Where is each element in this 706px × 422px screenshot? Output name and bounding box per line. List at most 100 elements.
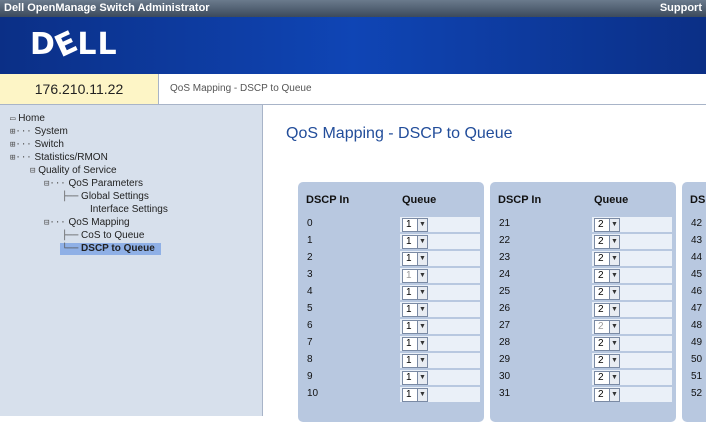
mapping-row: 7 1 ▼: [298, 336, 484, 351]
mapping-row: 49: [682, 336, 706, 351]
tree-item-qos-parameters[interactable]: ⊟··· QoS Parameters: [44, 178, 143, 190]
tree-item-global-settings[interactable]: ├── Global Settings: [62, 191, 149, 203]
queue-select[interactable]: 2 ▼: [594, 269, 620, 283]
queue-select[interactable]: 2 ▼: [594, 252, 620, 266]
branch-icon: ├──: [62, 192, 79, 202]
queue-select[interactable]: 2 ▼: [594, 218, 620, 232]
queue-value: 2: [598, 219, 604, 230]
mapping-row: 48: [682, 319, 706, 334]
queue-header: Queue: [594, 194, 629, 206]
dropdown-arrow-icon[interactable]: ▼: [609, 236, 619, 248]
dscp-value: 3: [307, 269, 313, 280]
queue-value: 2: [598, 287, 604, 298]
mapping-row: 6 1 ▼: [298, 319, 484, 334]
dscp-value: 6: [307, 320, 313, 331]
queue-select[interactable]: 1 ▼: [402, 354, 428, 368]
queue-value: 1: [406, 236, 412, 247]
dscp-value: 27: [499, 320, 511, 331]
queue-select[interactable]: 1 ▼: [402, 286, 428, 300]
tree-item-cos-to-queue[interactable]: ├── CoS to Queue: [62, 230, 144, 242]
mapping-row: 24 2 ▼: [490, 268, 676, 283]
dropdown-arrow-icon[interactable]: ▼: [417, 355, 427, 367]
queue-select[interactable]: 1 ▼: [402, 303, 428, 317]
queue-select[interactable]: 2 ▼: [594, 371, 620, 385]
queue-select[interactable]: 1 ▼: [402, 320, 428, 334]
tree-item-statistics-rmon[interactable]: ⊞··· Statistics/RMON: [10, 152, 108, 164]
tree-item-home[interactable]: ▭ Home: [10, 113, 45, 125]
dropdown-arrow-icon[interactable]: ▼: [417, 253, 427, 265]
tree-item-system[interactable]: ⊞··· System: [10, 126, 68, 138]
mapping-row: 51: [682, 370, 706, 385]
dscp-value: 1: [307, 235, 313, 246]
dropdown-arrow-icon[interactable]: ▼: [609, 372, 619, 384]
dscp-in-header: DSCP In: [498, 194, 542, 206]
dropdown-arrow-icon[interactable]: ▼: [609, 304, 619, 316]
address-bar: 176.210.11.22 QoS Mapping - DSCP to Queu…: [0, 74, 706, 105]
dscp-value: 0: [307, 218, 313, 229]
tree-item-switch[interactable]: ⊞··· Switch: [10, 139, 64, 151]
dropdown-arrow-icon[interactable]: ▼: [417, 219, 427, 231]
dscp-value: 50: [691, 354, 703, 365]
queue-select[interactable]: 1 ▼: [402, 252, 428, 266]
tree-item-interface-settings[interactable]: Interface Settings: [90, 204, 168, 216]
tree-item-qos-mapping[interactable]: ⊟··· QoS Mapping: [44, 217, 130, 229]
dropdown-arrow-icon[interactable]: ▼: [609, 389, 619, 401]
dropdown-arrow-icon[interactable]: ▼: [609, 253, 619, 265]
dropdown-arrow-icon[interactable]: ▼: [609, 355, 619, 367]
dropdown-arrow-icon[interactable]: ▼: [417, 338, 427, 350]
queue-value: 1: [406, 321, 412, 332]
dropdown-arrow-icon[interactable]: ▼: [417, 321, 427, 333]
dropdown-arrow-icon[interactable]: ▼: [609, 321, 619, 333]
queue-select[interactable]: 1 ▼: [402, 218, 428, 232]
dropdown-arrow-icon[interactable]: ▼: [417, 304, 427, 316]
dropdown-arrow-icon[interactable]: ▼: [417, 287, 427, 299]
queue-header: Queue: [402, 194, 437, 206]
mapping-row: 9 1 ▼: [298, 370, 484, 385]
queue-select[interactable]: 1 ▼: [402, 235, 428, 249]
queue-select[interactable]: 2 ▼: [594, 303, 620, 317]
dscp-value: 52: [691, 388, 703, 399]
queue-select[interactable]: 2 ▼: [594, 337, 620, 351]
support-link[interactable]: Support: [660, 0, 702, 17]
dropdown-arrow-icon[interactable]: ▼: [417, 389, 427, 401]
dropdown-arrow-icon[interactable]: ▼: [417, 270, 427, 282]
queue-select[interactable]: 2 ▼: [594, 320, 620, 334]
mapping-row: 3 1 ▼: [298, 268, 484, 283]
navigation-tree: ▭ Home ⊞··· System ⊞··· Switch ⊞··· Stat…: [0, 105, 263, 416]
dscp-value: 8: [307, 354, 313, 365]
dscp-value: 21: [499, 218, 511, 229]
dropdown-arrow-icon[interactable]: ▼: [609, 338, 619, 350]
dropdown-arrow-icon[interactable]: ▼: [609, 219, 619, 231]
queue-select[interactable]: 1 ▼: [402, 388, 428, 402]
mapping-row: 8 1 ▼: [298, 353, 484, 368]
queue-select[interactable]: 2 ▼: [594, 235, 620, 249]
branch-icon: ├──: [62, 231, 79, 241]
dscp-in-header: DS: [690, 194, 706, 206]
dscp-value: 9: [307, 371, 313, 382]
mapping-row: 1 1 ▼: [298, 234, 484, 249]
dropdown-arrow-icon[interactable]: ▼: [609, 287, 619, 299]
dropdown-arrow-icon[interactable]: ▼: [417, 236, 427, 248]
queue-select[interactable]: 1 ▼: [402, 337, 428, 351]
mapping-row: 50: [682, 353, 706, 368]
mapping-row: 30 2 ▼: [490, 370, 676, 385]
title-bar: Dell OpenManage Switch Administrator Sup…: [0, 0, 706, 17]
dscp-panel-3: DS 42 43 44 45 46 47 48 49 50 51 52: [682, 182, 706, 422]
queue-select[interactable]: 1 ▼: [402, 269, 428, 283]
page-title: QoS Mapping - DSCP to Queue: [286, 125, 513, 142]
dropdown-arrow-icon[interactable]: ▼: [609, 270, 619, 282]
tree-item-dscp-to-queue[interactable]: └── DSCP to Queue: [60, 243, 161, 255]
dscp-value: 26: [499, 303, 511, 314]
expand-icon: ⊞···: [10, 153, 32, 163]
tree-item-quality-of-service[interactable]: ⊟ Quality of Service: [30, 165, 117, 177]
mapping-row: 42: [682, 217, 706, 232]
queue-select[interactable]: 1 ▼: [402, 371, 428, 385]
dscp-value: 45: [691, 269, 703, 280]
dropdown-arrow-icon[interactable]: ▼: [417, 372, 427, 384]
queue-value: 1: [406, 270, 412, 281]
queue-select[interactable]: 2 ▼: [594, 388, 620, 402]
queue-select[interactable]: 2 ▼: [594, 286, 620, 300]
queue-select[interactable]: 2 ▼: [594, 354, 620, 368]
dscp-in-header: DSCP In: [306, 194, 350, 206]
dscp-value: 31: [499, 388, 511, 399]
